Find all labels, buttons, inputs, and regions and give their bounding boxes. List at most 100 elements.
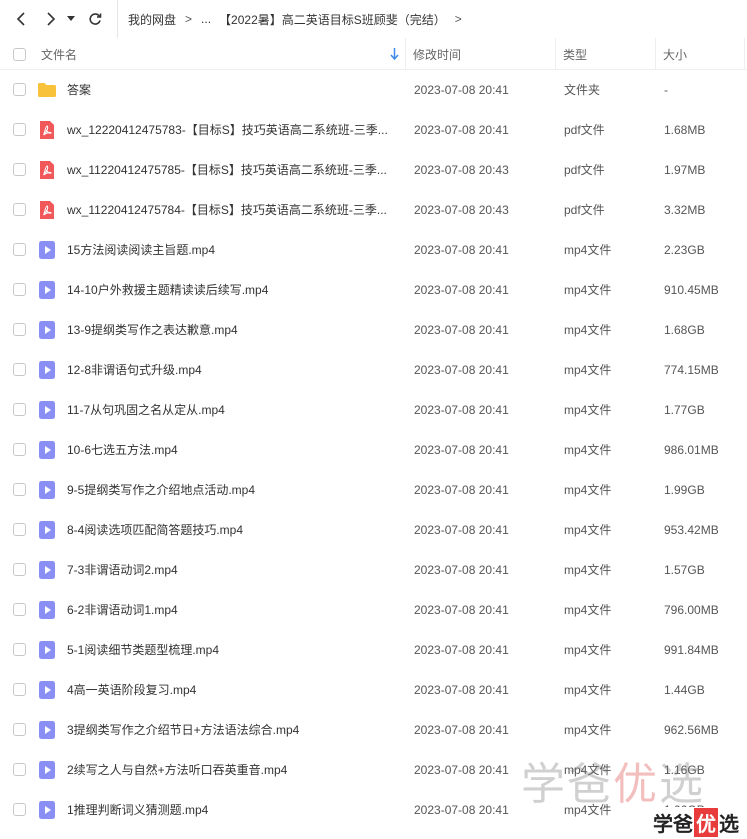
file-size: 1.68MB xyxy=(664,123,706,137)
file-row[interactable]: 12-8非谓语句式升级.mp4 2023-07-08 20:41 mp4文件 774.… xyxy=(0,350,747,390)
file-name[interactable]: 7-3非谓语动词2.mp4 xyxy=(67,550,397,590)
file-modified-time: 2023-07-08 20:41 xyxy=(414,323,509,337)
back-button[interactable] xyxy=(11,9,31,29)
row-checkbox[interactable] xyxy=(13,443,26,456)
column-header-time[interactable]: 修改时间 xyxy=(405,38,555,70)
video-icon xyxy=(37,480,57,500)
file-row[interactable]: 9-5提纲类写作之介绍地点活动.mp4 2023-07-08 20:41 mp4文件… xyxy=(0,470,747,510)
file-name[interactable]: 9-5提纲类写作之介绍地点活动.mp4 xyxy=(67,470,397,510)
file-name[interactable]: 14-10户外救援主题精读读后续写.mp4 xyxy=(67,270,397,310)
file-size: 991.84MB xyxy=(664,643,719,657)
row-checkbox[interactable] xyxy=(13,563,26,576)
file-name[interactable]: 10-6七选五方法.mp4 xyxy=(67,430,397,470)
select-all-checkbox[interactable] xyxy=(13,48,26,61)
navigation-bar: 我的网盘 > ... 【2022暑】高二英语目标S班顾斐（完结） > xyxy=(0,0,747,38)
column-divider[interactable] xyxy=(744,38,745,70)
row-checkbox[interactable] xyxy=(13,203,26,216)
file-modified-time: 2023-07-08 20:43 xyxy=(414,163,509,177)
file-row[interactable]: 答案 2023-07-08 20:41 文件夹 - xyxy=(0,70,747,110)
file-name[interactable]: 3提纲类写作之介绍节日+方法语法综合.mp4 xyxy=(67,710,397,750)
row-checkbox[interactable] xyxy=(13,483,26,496)
row-checkbox[interactable] xyxy=(13,683,26,696)
row-checkbox[interactable] xyxy=(13,363,26,376)
file-size: 3.32MB xyxy=(664,203,706,217)
file-row[interactable]: wx_11220412475784-【目标S】技巧英语高二系统班-三季... 20… xyxy=(0,190,747,230)
brand-logo: 学爸优选 xyxy=(649,807,743,837)
breadcrumb-current[interactable]: 【2022暑】高二英语目标S班顾斐（完结） xyxy=(219,11,446,28)
pdf-icon xyxy=(37,160,57,180)
row-checkbox[interactable] xyxy=(13,123,26,136)
row-checkbox[interactable] xyxy=(13,243,26,256)
file-row[interactable]: 4高一英语阶段复习.mp4 2023-07-08 20:41 mp4文件 1.44GB xyxy=(0,670,747,710)
file-row[interactable]: 7-3非谓语动词2.mp4 2023-07-08 20:41 mp4文件 1.57GB xyxy=(0,550,747,590)
file-row[interactable]: 10-6七选五方法.mp4 2023-07-08 20:41 mp4文件 986.01… xyxy=(0,430,747,470)
file-name[interactable]: 2续写之人与自然+方法听口吞英重音.mp4 xyxy=(67,750,397,790)
file-name[interactable]: 1推理判断词义猜测题.mp4 xyxy=(67,790,397,830)
row-checkbox[interactable] xyxy=(13,523,26,536)
file-type: mp4文件 xyxy=(564,683,612,697)
row-checkbox[interactable] xyxy=(13,283,26,296)
refresh-button[interactable] xyxy=(85,9,105,29)
file-size: 962.56MB xyxy=(664,723,719,737)
breadcrumb-separator-icon: > xyxy=(185,12,193,26)
file-row[interactable]: wx_11220412475785-【目标S】技巧英语高二系统班-三季... 20… xyxy=(0,150,747,190)
row-checkbox[interactable] xyxy=(13,803,26,816)
file-size: 910.45MB xyxy=(664,283,719,297)
row-checkbox[interactable] xyxy=(13,323,26,336)
row-checkbox[interactable] xyxy=(13,163,26,176)
file-type: pdf文件 xyxy=(564,163,605,177)
watermark-text-part: 选 xyxy=(659,759,705,810)
file-name[interactable]: wx_12220412475783-【目标S】技巧英语高二系统班-三季... xyxy=(67,110,397,150)
row-checkbox[interactable] xyxy=(13,603,26,616)
file-type: mp4文件 xyxy=(564,283,612,297)
file-name[interactable]: 12-8非谓语句式升级.mp4 xyxy=(67,350,397,390)
column-header-type[interactable]: 类型 xyxy=(555,38,655,70)
video-icon xyxy=(37,680,57,700)
file-modified-time: 2023-07-08 20:41 xyxy=(414,83,509,97)
file-row[interactable]: wx_12220412475783-【目标S】技巧英语高二系统班-三季... 20… xyxy=(0,110,747,150)
file-name[interactable]: wx_11220412475785-【目标S】技巧英语高二系统班-三季... xyxy=(67,150,397,190)
video-icon xyxy=(37,600,57,620)
file-row[interactable]: 14-10户外救援主题精读读后续写.mp4 2023-07-08 20:41 mp4… xyxy=(0,270,747,310)
file-name[interactable]: 8-4阅读选项匹配简答题技巧.mp4 xyxy=(67,510,397,550)
file-size: 796.00MB xyxy=(664,603,719,617)
file-name[interactable]: 13-9提纲类写作之表达歉意.mp4 xyxy=(67,310,397,350)
sort-down-arrow-icon[interactable] xyxy=(390,48,399,60)
row-checkbox[interactable] xyxy=(13,643,26,656)
breadcrumb: 我的网盘 > ... 【2022暑】高二英语目标S班顾斐（完结） > xyxy=(117,0,471,38)
file-name[interactable]: 15方法阅读阅读主旨题.mp4 xyxy=(67,230,397,270)
file-row[interactable]: 11-7从句巩固之名从定从.mp4 2023-07-08 20:41 mp4文件 1.… xyxy=(0,390,747,430)
file-name[interactable]: wx_11220412475784-【目标S】技巧英语高二系统班-三季... xyxy=(67,190,397,230)
column-header-name[interactable]: 文件名 xyxy=(33,38,405,70)
file-type: mp4文件 xyxy=(564,323,612,337)
breadcrumb-ellipsis[interactable]: ... xyxy=(201,12,211,26)
file-modified-time: 2023-07-08 20:41 xyxy=(414,563,509,577)
row-checkbox[interactable] xyxy=(13,763,26,776)
file-row[interactable]: 8-4阅读选项匹配简答题技巧.mp4 2023-07-08 20:41 mp4文件 9… xyxy=(0,510,747,550)
breadcrumb-expand-icon[interactable]: > xyxy=(455,12,462,26)
file-name[interactable]: 11-7从句巩固之名从定从.mp4 xyxy=(67,390,397,430)
row-checkbox[interactable] xyxy=(13,723,26,736)
file-name[interactable]: 5-1阅读细节类题型梳理.mp4 xyxy=(67,630,397,670)
file-row[interactable]: 5-1阅读细节类题型梳理.mp4 2023-07-08 20:41 mp4文件 991… xyxy=(0,630,747,670)
video-icon xyxy=(37,400,57,420)
file-row[interactable]: 13-9提纲类写作之表达歉意.mp4 2023-07-08 20:41 mp4文件 1… xyxy=(0,310,747,350)
pdf-icon xyxy=(37,200,57,220)
file-name[interactable]: 6-2非谓语动词1.mp4 xyxy=(67,590,397,630)
file-row[interactable]: 6-2非谓语动词1.mp4 2023-07-08 20:41 mp4文件 796.00… xyxy=(0,590,747,630)
file-name[interactable]: 4高一英语阶段复习.mp4 xyxy=(67,670,397,710)
video-icon xyxy=(37,640,57,660)
forward-button[interactable] xyxy=(41,9,61,29)
row-checkbox[interactable] xyxy=(13,83,26,96)
breadcrumb-root[interactable]: 我的网盘 xyxy=(128,11,176,28)
row-checkbox[interactable] xyxy=(13,403,26,416)
file-row[interactable]: 3提纲类写作之介绍节日+方法语法综合.mp4 2023-07-08 20:41 mp… xyxy=(0,710,747,750)
file-row[interactable]: 15方法阅读阅读主旨题.mp4 2023-07-08 20:41 mp4文件 2.23… xyxy=(0,230,747,270)
column-header-size[interactable]: 大小 xyxy=(655,38,747,70)
file-list-header: 文件名 修改时间 类型 大小 xyxy=(0,38,747,70)
brand-logo-highlight: 优 xyxy=(694,807,718,837)
folder-icon xyxy=(37,80,57,100)
history-dropdown-button[interactable] xyxy=(64,9,78,29)
file-type: mp4文件 xyxy=(564,443,612,457)
file-name[interactable]: 答案 xyxy=(67,70,397,110)
